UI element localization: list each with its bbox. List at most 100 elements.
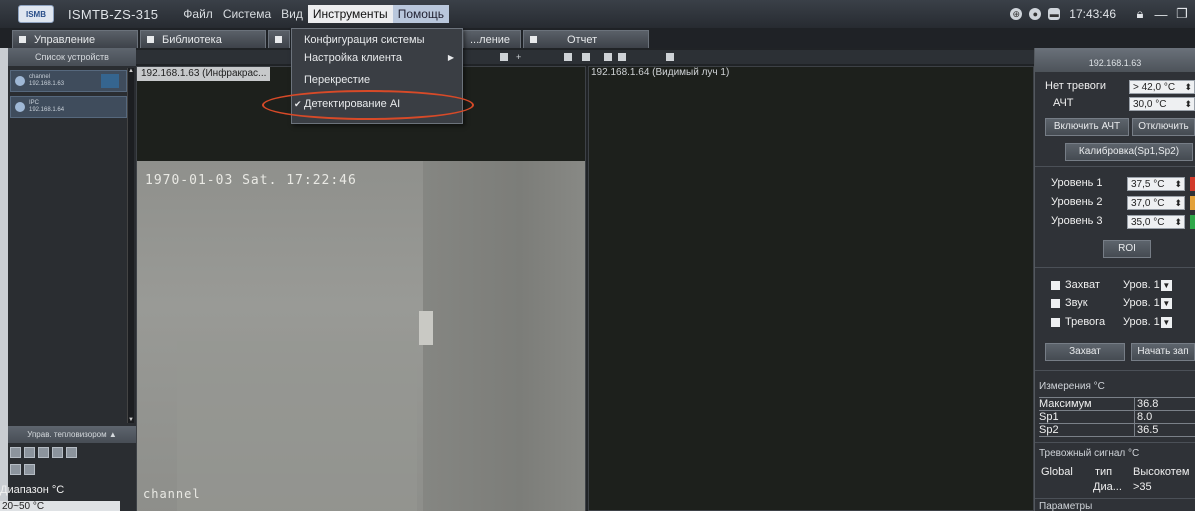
device-panel: Список устройств channel 192.168.1.63 IP…	[0, 48, 136, 511]
device-connect-button[interactable]	[101, 74, 119, 88]
menu-system[interactable]: Система	[218, 5, 276, 23]
alarm-level-select[interactable]: Уров. 1 ▼	[1123, 316, 1172, 328]
tool-button[interactable]	[52, 447, 63, 458]
device-list-scrollbar[interactable]	[127, 68, 134, 423]
tool-button[interactable]	[24, 447, 35, 458]
roi-button[interactable]: ROI	[1103, 240, 1151, 258]
level3-spinner[interactable]: 35,0 °C	[1127, 215, 1185, 229]
capture-checkbox[interactable]	[1051, 281, 1060, 290]
crosshair-icon[interactable]: +	[516, 53, 524, 62]
select-value: Уров. 1	[1123, 297, 1160, 309]
tab-control[interactable]: Управление	[12, 30, 138, 48]
pointer-icon[interactable]	[500, 53, 508, 61]
start-record-button[interactable]: Начать зап	[1131, 343, 1195, 361]
menu-client-settings[interactable]: Настройка клиента ▶	[292, 49, 462, 67]
enable-ach-button[interactable]: Включить АЧТ	[1045, 118, 1129, 136]
submenu-arrow-icon: ▶	[447, 53, 454, 62]
disable-ach-button[interactable]: Отключить	[1132, 118, 1195, 136]
tab-label: Библиотека	[162, 33, 222, 46]
report-icon	[530, 36, 537, 43]
snapshot-icon[interactable]	[564, 53, 572, 61]
alarm-global-label: Global	[1041, 466, 1073, 478]
no-alarm-spinner[interactable]: > 42,0 °C	[1129, 80, 1195, 94]
alarm-range-label: Диа...	[1093, 481, 1122, 493]
level2-color	[1190, 196, 1195, 210]
level1-spinner[interactable]: 37,5 °C	[1127, 177, 1185, 191]
restore-button[interactable]: ❐	[1175, 6, 1189, 22]
tab-library[interactable]: Библиотека	[140, 30, 266, 48]
device-icon	[15, 76, 25, 86]
tab-bar: Управление Библиотека ...ление Отчет	[0, 28, 1195, 48]
device-item[interactable]: channel 192.168.1.63	[10, 70, 127, 92]
menu-crosshair[interactable]: Перекрестие	[292, 71, 462, 89]
table-row: Sp2 36.5	[1039, 424, 1195, 437]
chevron-down-icon: ▼	[1160, 316, 1172, 328]
device-name: IPC	[29, 100, 40, 106]
device-ip: 192.168.1.64	[29, 107, 65, 113]
ach-spinner[interactable]: 30,0 °C	[1129, 97, 1195, 111]
scene-door	[177, 341, 417, 511]
tab-preview[interactable]	[268, 30, 290, 48]
tool-button[interactable]	[38, 447, 49, 458]
thermal-control-header[interactable]: Управ. тепловизором ▲	[8, 426, 136, 443]
calibration-button[interactable]: Калибровка(Sp1,Sp2)	[1065, 143, 1193, 161]
range-select[interactable]: 20~50 °C	[0, 501, 120, 511]
panel-ip-header: 192.168.1.63	[1035, 48, 1195, 72]
level1-label: Уровень 1	[1051, 177, 1103, 189]
alarm-label: Тревога	[1065, 316, 1106, 328]
measurements-table: Максимум 36.8 Sp1 8.0 Sp2 36.5	[1039, 397, 1195, 437]
tool-button[interactable]	[10, 447, 21, 458]
device-list-title: Список устройств	[8, 48, 136, 66]
level2-spinner[interactable]: 37,0 °C	[1127, 196, 1185, 210]
range-label: Диапазон °С	[0, 484, 65, 496]
status-icon[interactable]: ●	[1029, 8, 1042, 20]
alarm-checkbox[interactable]	[1051, 318, 1060, 327]
thermal-tools-row	[10, 464, 35, 475]
device-name: channel	[29, 74, 51, 80]
tab-label: ...ление	[470, 33, 511, 46]
title-bar: ISMB ISMTB-ZS-315 Файл Система Вид Инстр…	[0, 0, 1195, 28]
message-icon[interactable]: ▬	[1048, 8, 1061, 20]
capture-level-select[interactable]: Уров. 1 ▼	[1123, 279, 1172, 291]
layout-icon[interactable]	[604, 53, 612, 61]
thermal-settings-panel: 192.168.1.63 Нет тревоги > 42,0 °C АЧТ 3…	[1034, 48, 1195, 511]
table-row: Sp1 8.0	[1039, 411, 1195, 424]
lock-icon[interactable]: 🔒︎	[1133, 6, 1147, 22]
tool-button[interactable]	[10, 464, 21, 475]
sound-checkbox[interactable]	[1051, 299, 1060, 308]
video-toolbar: +	[136, 50, 1034, 64]
level2-label: Уровень 2	[1051, 196, 1103, 208]
tool-button[interactable]	[24, 464, 35, 475]
menu-system-config[interactable]: Конфигурация системы	[292, 31, 462, 49]
grid-icon	[19, 36, 26, 43]
menu-view[interactable]: Вид	[276, 5, 308, 23]
menu-tools[interactable]: Инструменты	[307, 5, 393, 23]
video-area: + 192.168.1.63 (Инфракрас... 1970-01-03 …	[136, 48, 1034, 511]
network-icon[interactable]: ⊕	[1010, 8, 1023, 20]
tab-report[interactable]: Отчет	[523, 30, 649, 48]
tab-label: Отчет	[567, 33, 598, 46]
scene-fixture	[419, 311, 433, 345]
measure-name: Максимум	[1039, 398, 1135, 410]
alarm-type-value: Высокотем	[1133, 466, 1190, 478]
device-item[interactable]: IPC 192.168.1.64	[10, 96, 127, 118]
menu-file[interactable]: Файл	[178, 5, 218, 23]
osd-timestamp: 1970-01-03 Sat. 17:22:46	[145, 173, 357, 188]
level3-color	[1190, 215, 1195, 229]
draw-icon[interactable]	[582, 53, 590, 61]
record-icon[interactable]	[666, 53, 674, 61]
video-pane-thermal[interactable]: 192.168.1.63 (Инфракрас... 1970-01-03 Sa…	[136, 66, 586, 511]
video-pane-visible[interactable]: 192.168.1.64 (Видимый луч 1)	[588, 66, 1034, 511]
fullscreen-icon[interactable]	[618, 53, 626, 61]
chevron-down-icon: ▼	[1160, 297, 1172, 309]
select-value: Уров. 1	[1123, 316, 1160, 328]
tab-settings[interactable]: ...ление	[463, 30, 521, 48]
minimize-button[interactable]: —	[1154, 7, 1168, 22]
alarm-type-label: тип	[1095, 466, 1113, 478]
sound-level-select[interactable]: Уров. 1 ▼	[1123, 297, 1172, 309]
tool-button[interactable]	[66, 447, 77, 458]
capture-button[interactable]: Захват	[1045, 343, 1125, 361]
system-tray: ⊕ ● ▬ 17:43:46 🔒︎ — ❐	[1010, 0, 1195, 28]
capture-label: Захват	[1065, 279, 1100, 291]
menu-help[interactable]: Помощь	[392, 5, 450, 23]
